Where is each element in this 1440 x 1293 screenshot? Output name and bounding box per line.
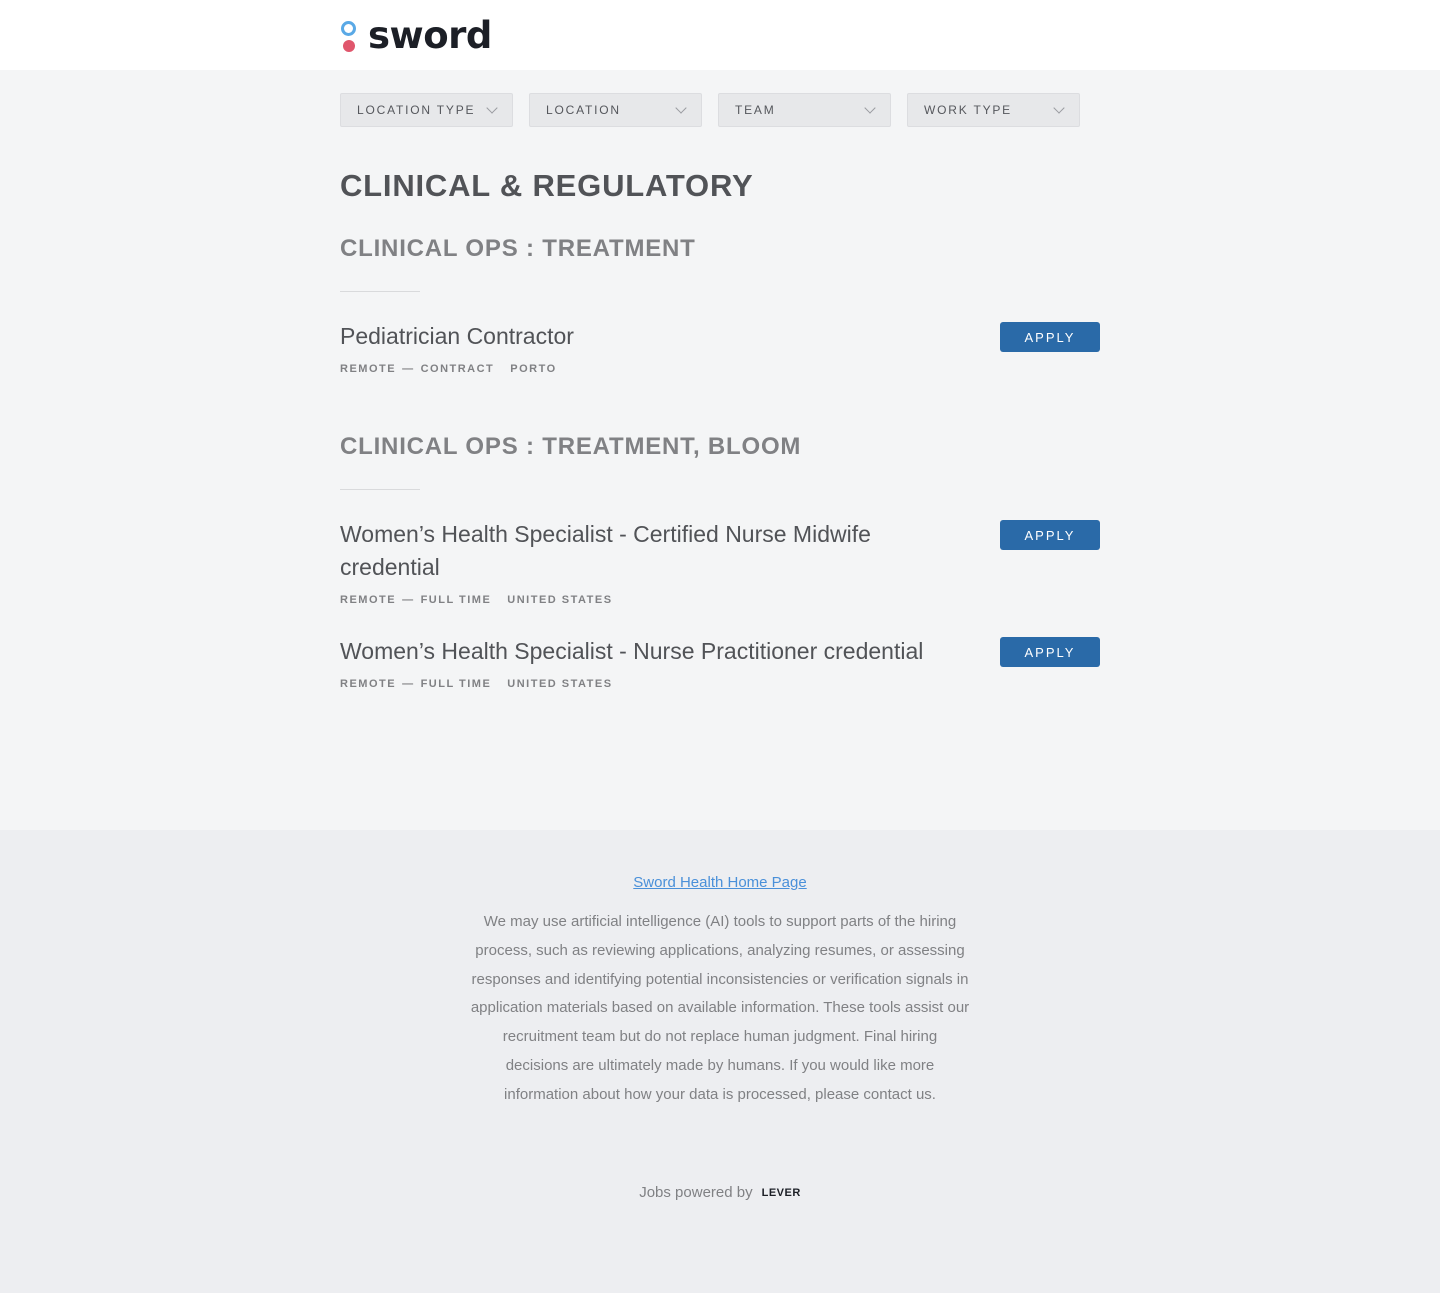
posting-commitment: CONTRACT xyxy=(420,363,495,375)
chevron-down-icon xyxy=(864,102,876,114)
posting-location: PORTO xyxy=(510,363,557,375)
lever-logo[interactable]: LEVER xyxy=(762,1187,801,1199)
footer: Sword Health Home Page We may use artifi… xyxy=(0,830,1440,1293)
group-title: CLINICAL OPS : TREATMENT, BLOOM xyxy=(340,433,802,460)
department-title: CLINICAL & REGULATORY xyxy=(340,168,754,203)
filter-work-type[interactable]: WORK TYPE xyxy=(907,93,1080,127)
filter-label: WORK TYPE xyxy=(924,103,1012,117)
filter-team[interactable]: TEAM xyxy=(718,93,891,127)
ai-disclaimer: We may use artificial intelligence (AI) … xyxy=(470,913,970,1103)
logo-text: sword xyxy=(368,14,492,57)
posting-workplace: REMOTE xyxy=(340,678,397,690)
posting-commitment: FULL TIME xyxy=(420,678,492,690)
filter-label: TEAM xyxy=(735,103,776,117)
chevron-down-icon xyxy=(1053,102,1065,114)
group-divider xyxy=(340,291,420,292)
posting-meta: REMOTE — FULL TIME UNITED STATES xyxy=(340,678,1100,690)
apply-button[interactable]: APPLY xyxy=(1000,637,1100,667)
powered-by: Jobs powered by LEVER xyxy=(0,1184,1440,1201)
apply-button[interactable]: APPLY xyxy=(1000,322,1100,352)
meta-separator: — xyxy=(402,594,415,606)
filter-bar: LOCATION TYPE LOCATION TEAM WORK TYPE xyxy=(340,93,1096,127)
sword-logo[interactable]: sword xyxy=(340,16,492,56)
posting-title-link[interactable]: Pediatrician Contractor xyxy=(340,320,960,353)
posting-workplace: REMOTE xyxy=(340,594,397,606)
posting-meta: REMOTE — CONTRACT PORTO xyxy=(340,363,1100,375)
filter-location[interactable]: LOCATION xyxy=(529,93,702,127)
chevron-down-icon xyxy=(675,102,687,114)
group-title: CLINICAL OPS : TREATMENT xyxy=(340,235,696,262)
group-divider xyxy=(340,489,420,490)
posting: Pediatrician Contractor REMOTE — CONTRAC… xyxy=(340,320,1100,375)
home-page-link[interactable]: Sword Health Home Page xyxy=(0,874,1440,891)
posting-workplace: REMOTE xyxy=(340,363,397,375)
posting: Women’s Health Specialist - Certified Nu… xyxy=(340,518,1100,606)
apply-button[interactable]: APPLY xyxy=(1000,520,1100,550)
filter-label: LOCATION xyxy=(546,103,621,117)
posting-title-link[interactable]: Women’s Health Specialist - Nurse Practi… xyxy=(340,635,980,668)
posting-meta: REMOTE — FULL TIME UNITED STATES xyxy=(340,594,1100,606)
powered-by-text: Jobs powered by xyxy=(639,1184,753,1201)
chevron-down-icon xyxy=(486,102,498,114)
posting-location: UNITED STATES xyxy=(507,678,613,690)
top-bar: sword xyxy=(0,0,1440,70)
posting-title-link[interactable]: Women’s Health Specialist - Certified Nu… xyxy=(340,518,960,584)
posting-location: UNITED STATES xyxy=(507,594,613,606)
postings-area: LOCATION TYPE LOCATION TEAM WORK TYPE CL… xyxy=(0,70,1440,830)
sword-logo-icon xyxy=(340,19,358,53)
filter-location-type[interactable]: LOCATION TYPE xyxy=(340,93,513,127)
meta-separator: — xyxy=(402,363,415,375)
filter-label: LOCATION TYPE xyxy=(357,103,476,117)
posting: Women’s Health Specialist - Nurse Practi… xyxy=(340,635,1100,690)
meta-separator: — xyxy=(402,678,415,690)
posting-commitment: FULL TIME xyxy=(420,594,492,606)
